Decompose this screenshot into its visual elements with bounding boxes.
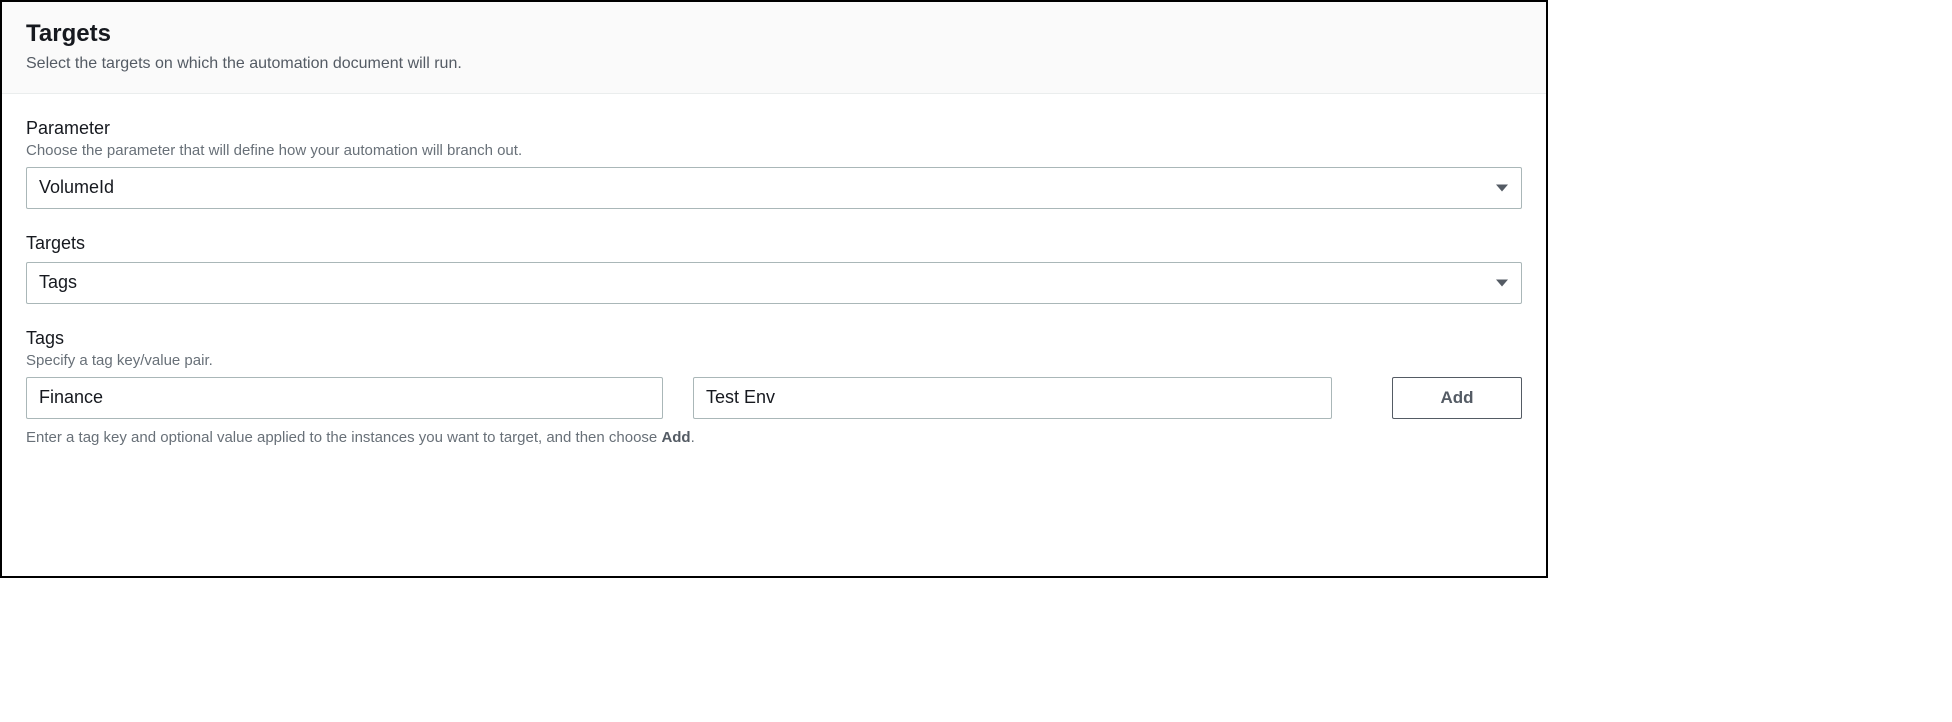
tags-hint: Specify a tag key/value pair. <box>26 352 1522 369</box>
tags-label: Tags <box>26 328 1522 349</box>
tags-input-row: Add <box>26 377 1522 419</box>
panel-body: Parameter Choose the parameter that will… <box>2 94 1546 464</box>
parameter-select-wrapper: VolumeId <box>26 167 1522 209</box>
targets-select-wrapper: Tags <box>26 262 1522 304</box>
tag-value-input[interactable] <box>693 377 1332 419</box>
parameter-field-group: Parameter Choose the parameter that will… <box>26 118 1522 209</box>
parameter-label: Parameter <box>26 118 1522 139</box>
targets-field-group: Targets Tags <box>26 233 1522 304</box>
tags-help-text: Enter a tag key and optional value appli… <box>26 429 1522 446</box>
tags-help-suffix: . <box>691 429 695 446</box>
tag-key-input[interactable] <box>26 377 663 419</box>
tags-help-prefix: Enter a tag key and optional value appli… <box>26 429 661 446</box>
panel-header: Targets Select the targets on which the … <box>2 2 1546 94</box>
add-button[interactable]: Add <box>1392 377 1522 419</box>
parameter-hint: Choose the parameter that will define ho… <box>26 142 1522 159</box>
panel-title: Targets <box>26 20 1522 49</box>
targets-panel: Targets Select the targets on which the … <box>0 0 1548 578</box>
parameter-select[interactable]: VolumeId <box>26 167 1522 209</box>
panel-subtitle: Select the targets on which the automati… <box>26 55 1522 73</box>
tags-help-bold: Add <box>661 429 690 446</box>
parameter-select-value: VolumeId <box>39 177 114 198</box>
targets-select-value: Tags <box>39 272 77 293</box>
tags-field-group: Tags Specify a tag key/value pair. Add E… <box>26 328 1522 446</box>
targets-select[interactable]: Tags <box>26 262 1522 304</box>
targets-label: Targets <box>26 233 1522 254</box>
